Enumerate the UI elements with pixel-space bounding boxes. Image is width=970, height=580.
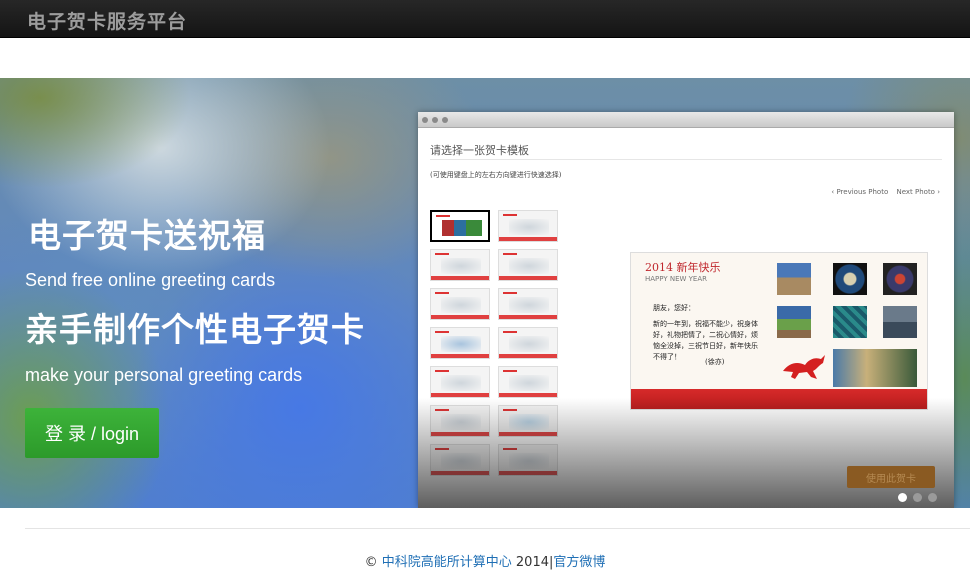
template-thumbnail bbox=[498, 249, 558, 281]
login-button[interactable]: 登 录 / login bbox=[25, 408, 159, 458]
photo-icon bbox=[833, 349, 917, 387]
window-dot-icon bbox=[442, 117, 448, 123]
photo-nav: ‹ Previous Photo Next Photo › bbox=[825, 188, 940, 196]
copyright-year: 2014| bbox=[515, 555, 554, 570]
template-preview-screenshot: 请选择一张贺卡模板 (可使用键盘上的左右方向键进行快速选择) ‹ Previou… bbox=[418, 112, 954, 508]
brand-title[interactable]: 电子贺卡服务平台 bbox=[27, 7, 187, 34]
window-dot-icon bbox=[432, 117, 438, 123]
hero-carousel: 电子贺卡送祝福 Send free online greeting cards … bbox=[0, 78, 970, 508]
photo-icon bbox=[883, 306, 917, 338]
weibo-link[interactable]: 官方微博 bbox=[553, 555, 605, 570]
template-thumbnail bbox=[430, 366, 490, 398]
preview-hint: (可使用键盘上的左右方向键进行快速选择) bbox=[430, 171, 562, 179]
carousel-indicators bbox=[898, 487, 943, 506]
use-template-button: 使用此贺卡 bbox=[847, 466, 935, 488]
copyright-symbol: © bbox=[364, 555, 378, 570]
template-thumbnail bbox=[430, 327, 490, 359]
photo-icon bbox=[883, 263, 917, 295]
template-thumbnail bbox=[498, 366, 558, 398]
navbar: 电子贺卡服务平台 bbox=[0, 0, 970, 38]
photo-icon bbox=[833, 306, 867, 338]
template-thumbnail bbox=[430, 288, 490, 320]
hero-subtitle-en-secondary: make your personal greeting cards bbox=[25, 365, 303, 385]
carousel-dot-icon[interactable] bbox=[913, 493, 922, 502]
hero-title-secondary: 亲手制作个性电子贺卡 bbox=[25, 310, 365, 349]
hero-subtitle-en: Send free online greeting cards bbox=[25, 270, 276, 290]
template-thumbnail bbox=[498, 327, 558, 359]
carousel-dot-icon[interactable] bbox=[898, 493, 907, 502]
template-thumbnail bbox=[430, 210, 490, 242]
photo-icon bbox=[833, 263, 867, 295]
template-thumbnail bbox=[430, 249, 490, 281]
previous-photo-link: ‹ Previous Photo bbox=[831, 188, 889, 196]
next-photo-link: Next Photo › bbox=[896, 188, 940, 196]
window-dot-icon bbox=[422, 117, 428, 123]
preview-heading: 请选择一张贺卡模板 bbox=[430, 144, 529, 157]
divider bbox=[430, 159, 942, 160]
card-title: 2014 新年快乐 bbox=[645, 261, 721, 274]
org-link[interactable]: 中科院高能所计算中心 bbox=[382, 555, 512, 570]
template-thumbnail bbox=[498, 210, 558, 242]
window-titlebar bbox=[418, 112, 954, 128]
footer: © 中科院高能所计算中心 2014|官方微博 bbox=[0, 551, 970, 570]
carousel-dot-icon[interactable] bbox=[928, 493, 937, 502]
greeting-card-preview: 2014 新年快乐 HAPPY NEW YEAR 朋友，您好： 新的一年到，祝福… bbox=[630, 252, 928, 410]
template-thumbnail bbox=[498, 288, 558, 320]
photo-icon bbox=[777, 306, 811, 338]
card-sign: (徐亦) bbox=[705, 358, 725, 366]
photo-icon bbox=[777, 263, 811, 295]
preview-shade bbox=[418, 398, 954, 508]
footer-divider bbox=[25, 528, 970, 529]
horse-icon bbox=[783, 355, 825, 379]
card-greeting: 朋友，您好： bbox=[653, 304, 695, 312]
hero-title: 电子贺卡送祝福 bbox=[28, 216, 266, 255]
card-subtitle: HAPPY NEW YEAR bbox=[645, 275, 707, 283]
